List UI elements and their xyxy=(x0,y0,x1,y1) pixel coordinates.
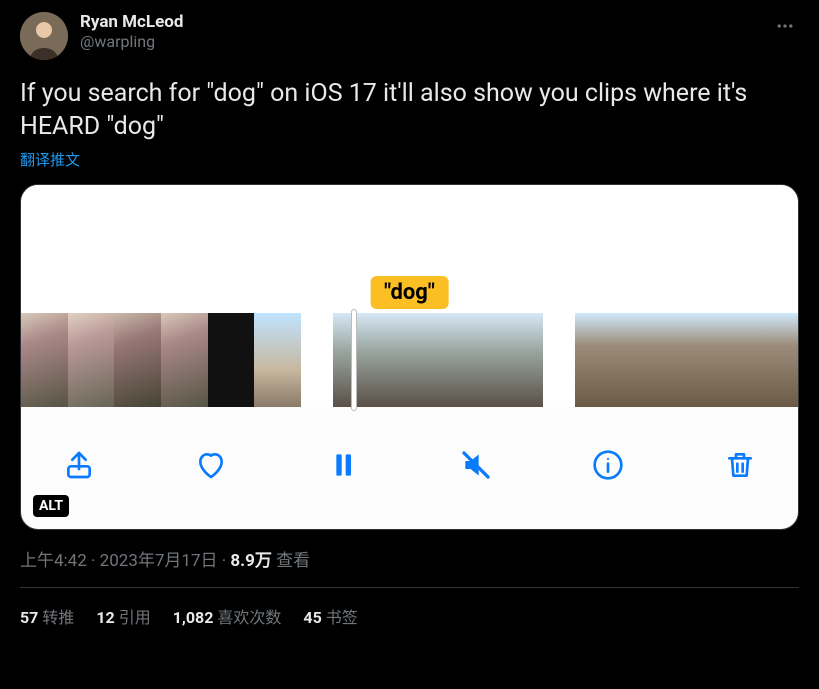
bookmarks-count: 45 xyxy=(303,608,321,627)
user-block: Ryan McLeod @warpling xyxy=(80,12,183,53)
retweets-label: 转推 xyxy=(42,608,74,627)
thumbnail xyxy=(473,313,543,407)
share-button[interactable] xyxy=(61,447,97,483)
pause-button[interactable] xyxy=(325,447,361,483)
thumbnail xyxy=(114,313,161,407)
quotes-label: 引用 xyxy=(119,608,151,627)
bookmarks-label: 书签 xyxy=(326,608,358,627)
tweet-meta: 上午4:42 · 2023年7月17日 · 8.9万 查看 xyxy=(20,546,799,571)
avatar[interactable] xyxy=(20,12,68,60)
retweets-stat[interactable]: 57转推 xyxy=(20,604,74,628)
thumbnail xyxy=(761,313,798,407)
likes-label: 喜欢次数 xyxy=(217,608,281,627)
thumbnail xyxy=(161,313,208,407)
thumbnail xyxy=(687,313,724,407)
thumbnail xyxy=(575,313,612,407)
caption-tag: "dog" xyxy=(370,276,449,309)
mute-button[interactable] xyxy=(458,447,494,483)
media-top-area: "dog" xyxy=(21,185,798,313)
more-button[interactable] xyxy=(771,12,799,44)
thumbnail xyxy=(724,313,761,407)
retweets-count: 57 xyxy=(20,608,38,627)
separator: · xyxy=(87,551,100,571)
thumbnail xyxy=(208,313,255,407)
heart-button[interactable] xyxy=(193,447,229,483)
bookmarks-stat[interactable]: 45 书签 xyxy=(303,604,357,628)
thumbnail xyxy=(68,313,115,407)
tweet-container: Ryan McLeod @warpling If you search for … xyxy=(0,0,819,644)
tweet-text: If you search for "dog" on iOS 17 it'll … xyxy=(20,78,799,143)
quotes-stat[interactable]: 12 引用 xyxy=(96,604,150,628)
thumbnail xyxy=(21,313,68,407)
tweet-header: Ryan McLeod @warpling xyxy=(20,12,799,60)
trash-button[interactable] xyxy=(722,447,758,483)
separator: · xyxy=(218,551,231,571)
clip-group-2[interactable] xyxy=(333,313,543,407)
tweet-date[interactable]: 2023年7月17日 xyxy=(100,551,218,571)
likes-stat[interactable]: 1,082喜欢次数 xyxy=(173,604,282,628)
thumbnail xyxy=(612,313,649,407)
user-handle[interactable]: @warpling xyxy=(80,32,183,53)
thumbnail xyxy=(403,313,473,407)
clip-group-1[interactable] xyxy=(21,313,301,407)
likes-count: 1,082 xyxy=(173,608,214,627)
quotes-count: 12 xyxy=(96,608,114,627)
thumbnail xyxy=(254,313,301,407)
clip-group-3[interactable] xyxy=(575,313,798,407)
stats-row: 57转推 12 引用 1,082喜欢次数 45 书签 xyxy=(20,588,799,644)
alt-badge[interactable]: ALT xyxy=(33,495,69,517)
views-label: 查看 xyxy=(276,551,310,571)
thumbnail xyxy=(649,313,686,407)
info-button[interactable] xyxy=(590,447,626,483)
translate-link[interactable]: 翻译推文 xyxy=(20,149,799,170)
media-card[interactable]: "dog" xyxy=(20,184,799,530)
timeline-strip[interactable] xyxy=(21,313,798,407)
media-toolbar xyxy=(21,407,798,499)
tweet-time[interactable]: 上午4:42 xyxy=(20,551,87,571)
display-name[interactable]: Ryan McLeod xyxy=(80,12,183,32)
views-count: 8.9万 xyxy=(230,551,271,571)
thumbnail xyxy=(333,313,403,407)
playhead[interactable] xyxy=(351,309,357,411)
